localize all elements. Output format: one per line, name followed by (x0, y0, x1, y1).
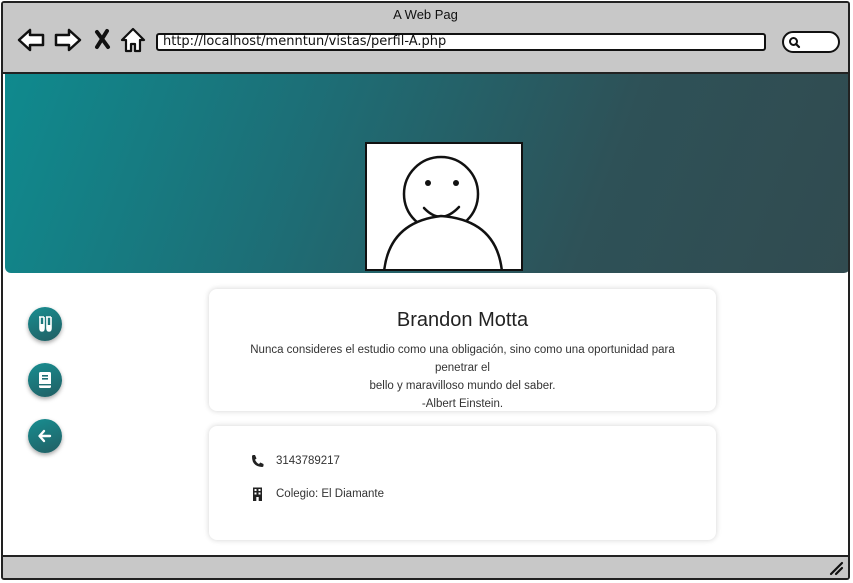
arrow-left-icon (38, 429, 52, 443)
back-arrow-icon[interactable] (16, 25, 46, 55)
flask-icon (39, 316, 52, 332)
window-title: A Web Pag (393, 7, 458, 22)
search-box[interactable] (782, 31, 840, 53)
profile-quote: Nunca consideres el estudio como una obl… (229, 341, 696, 413)
browser-statusbar (3, 555, 848, 578)
browser-window: A Web Pag http://localhost/menntun/vista… (1, 1, 850, 580)
labs-button[interactable] (28, 307, 62, 341)
profile-card: Brandon Motta Nunca consideres el estudi… (209, 289, 716, 411)
close-x-icon[interactable] (91, 25, 121, 55)
notebook-button[interactable] (28, 363, 62, 397)
back-button[interactable] (28, 419, 62, 453)
url-bar[interactable]: http://localhost/menntun/vistas/perfil-A… (156, 33, 766, 51)
profile-name: Brandon Motta (396, 309, 529, 331)
school-row: Colegio: El Diamante (251, 487, 384, 501)
search-icon (789, 37, 801, 49)
quote-author: -Albert Einstein. (421, 398, 504, 410)
profile-avatar (365, 142, 523, 271)
building-icon (253, 487, 262, 501)
phone-row: 3143789217 (251, 454, 340, 468)
browser-titlebar: A Web Pag http://localhost/menntun/vista… (3, 3, 848, 74)
contact-info-card: 3143789217 Colegio: El Diamante (209, 426, 716, 540)
quote-line-1: Nunca consideres el estudio como una obl… (250, 344, 675, 374)
book-icon (39, 372, 51, 388)
forward-arrow-icon[interactable] (53, 25, 83, 55)
home-icon[interactable] (118, 25, 148, 55)
quote-line-2: bello y maravilloso mundo del saber. (369, 380, 556, 392)
school-name: Colegio: El Diamante (276, 488, 385, 500)
resize-grip-icon[interactable] (828, 560, 844, 576)
phone-icon (252, 455, 264, 467)
phone-number: 3143789217 (276, 455, 340, 467)
user-avatar-icon (383, 155, 503, 269)
